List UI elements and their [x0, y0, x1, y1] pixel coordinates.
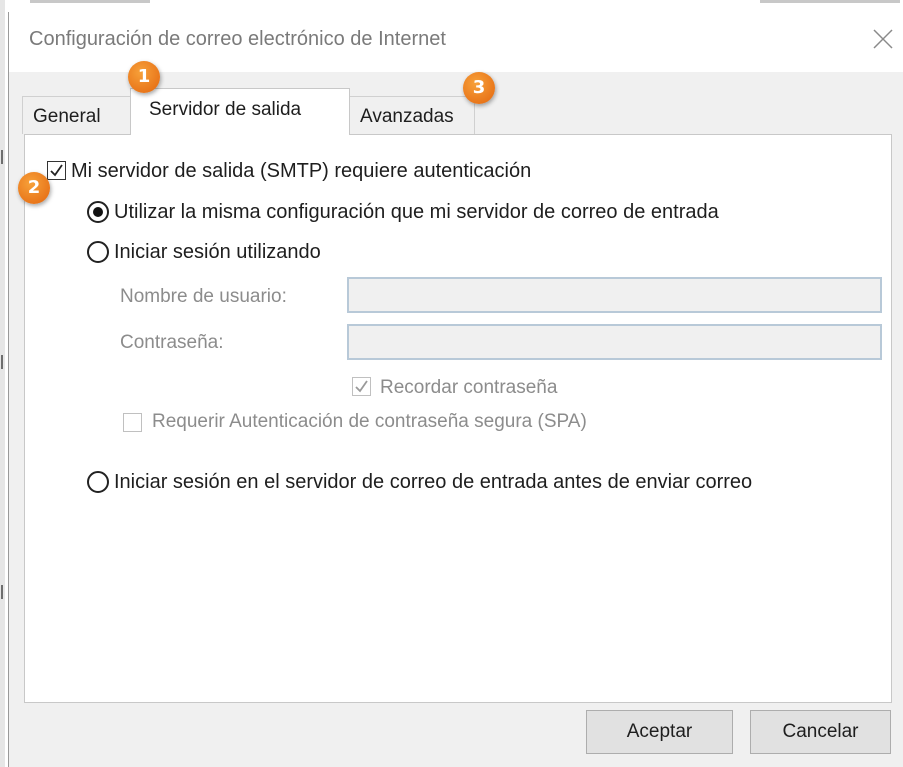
close-icon: [873, 29, 893, 49]
password-label: Contraseña:: [120, 332, 224, 353]
tab-advanced[interactable]: Avanzadas: [349, 96, 475, 134]
checkmark-icon: [50, 164, 63, 177]
radio-same-as-incoming[interactable]: [87, 201, 109, 223]
smtp-auth-label: Mi servidor de salida (SMTP) requiere au…: [71, 160, 532, 182]
background-window-edge: [760, 0, 900, 3]
checkmark-icon: [355, 380, 368, 393]
internet-email-settings-dialog: Configuración de correo electrónico de I…: [8, 12, 903, 767]
tab-outgoing-server[interactable]: Servidor de salida: [130, 88, 350, 135]
radio-log-on-incoming-first-label: Iniciar sesión en el servidor de correo …: [114, 471, 753, 493]
callout-badge-2: 2: [18, 172, 50, 204]
remember-password-label: Recordar contraseña: [380, 377, 558, 398]
cancel-button[interactable]: Cancelar: [750, 710, 891, 754]
accept-button[interactable]: Aceptar: [586, 710, 733, 754]
background-window-left-edge: [0, 0, 5, 767]
background-edge-mark: [1, 355, 3, 369]
background-window-edge: [30, 0, 150, 3]
remember-password-checkbox[interactable]: [352, 377, 371, 396]
background-edge-mark: [1, 150, 3, 164]
tab-general[interactable]: General: [22, 96, 131, 134]
username-field[interactable]: [347, 277, 882, 313]
radio-log-on-using[interactable]: [87, 241, 109, 263]
spa-checkbox[interactable]: [123, 413, 142, 432]
window-title: Configuración de correo electrónico de I…: [29, 28, 446, 50]
outgoing-server-panel: Mi servidor de salida (SMTP) requiere au…: [24, 134, 892, 703]
background-window-strip: [0, 0, 903, 12]
spa-label: Requerir Autenticación de contraseña seg…: [152, 411, 587, 432]
password-field[interactable]: [347, 324, 882, 360]
smtp-auth-checkbox[interactable]: [47, 161, 66, 180]
radio-log-on-incoming-first[interactable]: [87, 471, 109, 493]
radio-same-as-incoming-label: Utilizar la misma configuración que mi s…: [114, 201, 719, 223]
radio-log-on-using-label: Iniciar sesión utilizando: [114, 241, 321, 263]
radio-selected-dot: [93, 207, 103, 217]
callout-badge-3: 3: [463, 72, 495, 104]
close-button[interactable]: [868, 22, 898, 56]
callout-badge-1: 1: [128, 61, 160, 93]
username-label: Nombre de usuario:: [120, 286, 287, 307]
background-edge-mark: [1, 585, 3, 599]
